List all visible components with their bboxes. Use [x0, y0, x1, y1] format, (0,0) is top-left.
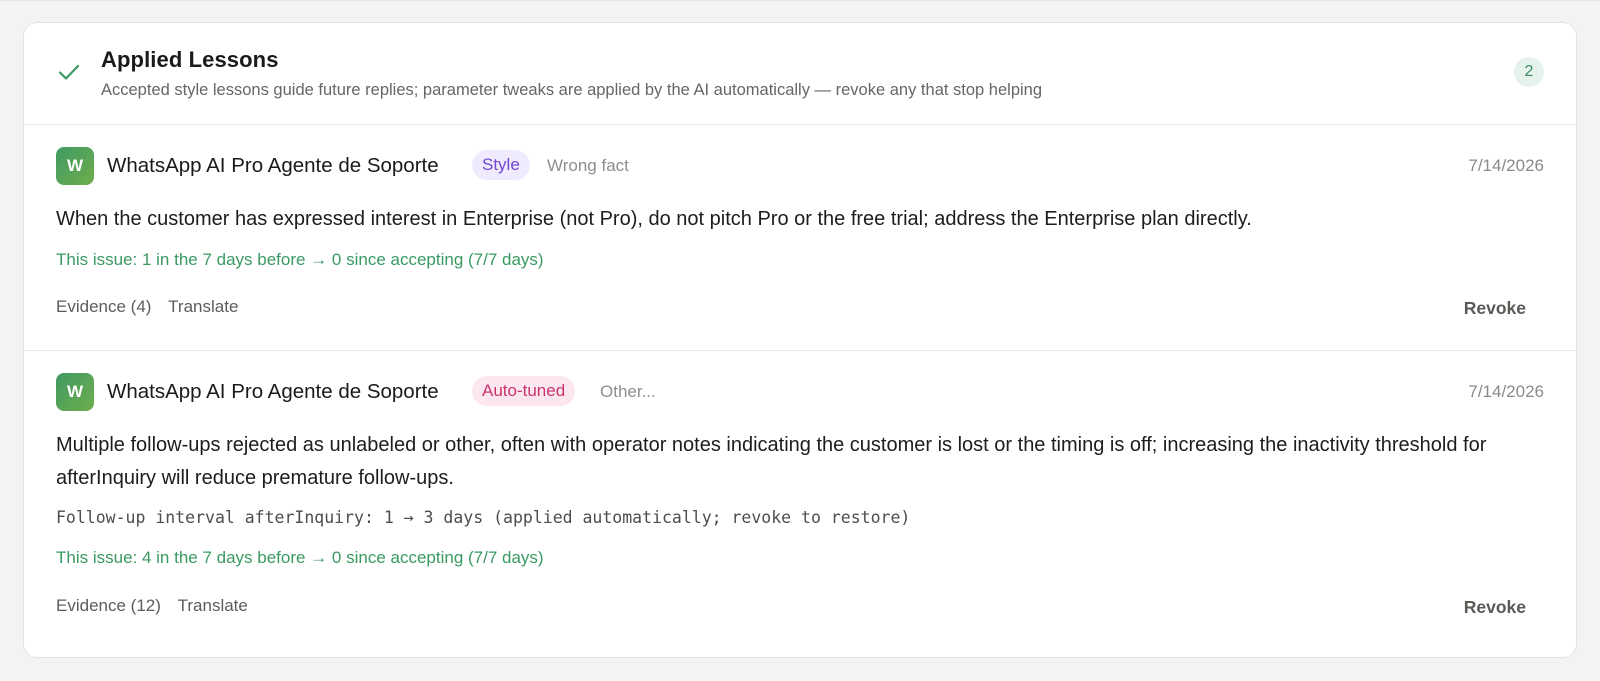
lesson-actions: Evidence (12) Translate: [56, 596, 260, 616]
lesson-date: 7/14/2026: [1468, 156, 1544, 175]
evidence-button[interactable]: Evidence (4): [56, 297, 151, 317]
lesson-impact: This issue: 1 in the 7 days before → 0 s…: [56, 250, 544, 269]
lesson-count-badge: 2: [1514, 57, 1544, 87]
translate-button[interactable]: Translate: [168, 297, 238, 317]
agent-avatar: W: [56, 147, 94, 185]
panel-title: Applied Lessons: [101, 47, 279, 72]
lesson-actions: Evidence (4) Translate: [56, 297, 250, 317]
lesson-impact: This issue: 4 in the 7 days before → 0 s…: [56, 548, 544, 567]
applied-lessons-panel: Applied Lessons Accepted style lessons g…: [23, 22, 1577, 658]
lesson-item: W WhatsApp AI Pro Agente de Soporte Styl…: [24, 125, 1576, 351]
panel-subtitle: Accepted style lessons guide future repl…: [101, 81, 1043, 99]
lesson-type-tag: Style: [472, 150, 530, 180]
evidence-button[interactable]: Evidence (12): [56, 596, 161, 616]
check-icon: [57, 60, 81, 84]
agent-name: WhatsApp AI Pro Agente de Soporte: [107, 380, 439, 403]
lesson-text: Multiple follow-ups rejected as unlabele…: [56, 434, 1487, 489]
panel-header: Applied Lessons Accepted style lessons g…: [24, 23, 1576, 125]
agent-avatar: W: [56, 373, 94, 411]
top-divider: [0, 0, 1600, 1]
revoke-button[interactable]: Revoke: [1464, 597, 1526, 618]
lesson-reason: Other...: [600, 382, 656, 401]
lesson-type-tag: Auto-tuned: [472, 376, 576, 406]
lesson-item: W WhatsApp AI Pro Agente de Soporte Auto…: [24, 351, 1576, 657]
agent-name: WhatsApp AI Pro Agente de Soporte: [107, 154, 439, 177]
revoke-button[interactable]: Revoke: [1464, 298, 1526, 319]
parameter-change: Follow-up interval afterInquiry: 1 → 3 d…: [56, 508, 911, 527]
lesson-reason: Wrong fact: [547, 156, 629, 175]
lesson-date: 7/14/2026: [1468, 382, 1544, 401]
translate-button[interactable]: Translate: [178, 596, 248, 616]
lesson-text: When the customer has expressed interest…: [56, 208, 1252, 230]
